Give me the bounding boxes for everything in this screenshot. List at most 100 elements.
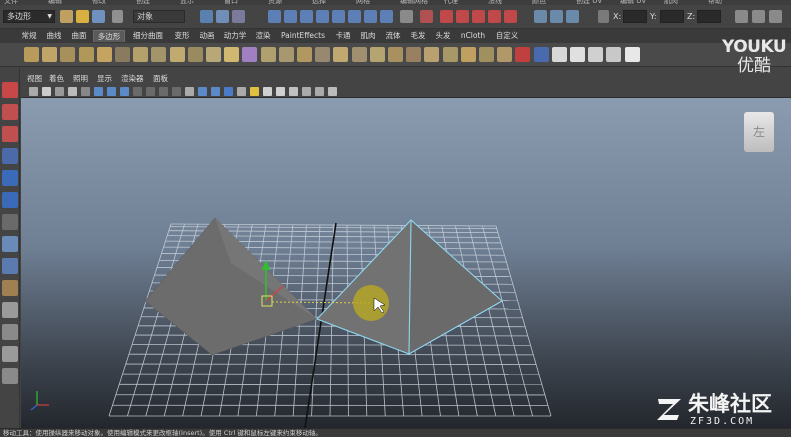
polygon-tool-icon[interactable] bbox=[60, 47, 76, 62]
panel-layout-3-icon[interactable] bbox=[566, 10, 579, 23]
render-view-icon[interactable] bbox=[440, 10, 453, 23]
polygon-tool-icon[interactable] bbox=[297, 47, 312, 62]
polygon-tool-icon[interactable] bbox=[570, 47, 585, 62]
viewport-option-icon[interactable] bbox=[120, 87, 129, 96]
channel-box-icon[interactable] bbox=[769, 10, 782, 23]
polygon-tool-icon[interactable] bbox=[278, 47, 294, 62]
shelf-tab[interactable]: 常规 bbox=[18, 30, 40, 42]
hierarchy-mode-icon[interactable] bbox=[200, 10, 213, 23]
shelf-tab[interactable]: 动力学 bbox=[221, 30, 249, 42]
viewport-option-icon[interactable] bbox=[302, 87, 311, 96]
viewport-option-icon[interactable] bbox=[133, 87, 142, 96]
viewport-option-icon[interactable] bbox=[289, 87, 298, 96]
panel-menu-shading[interactable]: 着色 bbox=[49, 73, 64, 84]
layout-outliner-icon[interactable] bbox=[2, 368, 18, 384]
viewport-option-icon[interactable] bbox=[94, 87, 103, 96]
polygon-tool-icon[interactable] bbox=[224, 47, 240, 62]
polygon-tool-icon[interactable] bbox=[169, 47, 185, 62]
polygon-tool-icon[interactable] bbox=[315, 47, 331, 62]
polygon-tool-icon[interactable] bbox=[460, 47, 476, 62]
output-ops-icon[interactable] bbox=[380, 10, 393, 23]
select-tool-icon[interactable] bbox=[2, 82, 18, 98]
polygon-tool-icon[interactable] bbox=[442, 47, 458, 62]
input-ops-icon[interactable] bbox=[364, 10, 377, 23]
panel-menu-renderer[interactable]: 渲染器 bbox=[121, 73, 144, 84]
selection-mask-icon[interactable] bbox=[112, 10, 123, 23]
viewport-option-icon[interactable] bbox=[250, 87, 259, 96]
x-field[interactable] bbox=[623, 10, 647, 23]
cylinder-tool-icon[interactable] bbox=[2, 214, 18, 230]
polygon-tool-icon[interactable] bbox=[333, 47, 349, 62]
object-mode-icon[interactable] bbox=[216, 10, 229, 23]
history-icon[interactable] bbox=[400, 10, 413, 23]
scale-tool-icon[interactable] bbox=[2, 236, 18, 252]
cone-tool-icon[interactable] bbox=[2, 280, 18, 296]
hypershade-icon[interactable] bbox=[488, 10, 501, 23]
snap-grid-icon[interactable] bbox=[268, 10, 281, 23]
polygon-tool-icon[interactable] bbox=[551, 47, 567, 62]
polygon-tool-icon[interactable] bbox=[78, 47, 94, 62]
polygon-tool-icon[interactable] bbox=[96, 47, 112, 62]
shelf-tab[interactable]: 渲染 bbox=[252, 30, 274, 42]
viewport-option-icon[interactable] bbox=[224, 87, 233, 96]
polygon-tool-icon[interactable] bbox=[388, 47, 403, 62]
polygon-tool-icon[interactable] bbox=[260, 47, 276, 62]
polygon-tool-icon[interactable] bbox=[206, 47, 221, 62]
shelf-tab[interactable]: 流体 bbox=[382, 30, 404, 42]
polygon-tool-icon[interactable] bbox=[369, 47, 385, 62]
menu-set-dropdown[interactable]: 多边形 ▼ bbox=[3, 10, 55, 23]
polygon-tool-icon[interactable] bbox=[151, 47, 167, 62]
z-field[interactable] bbox=[697, 10, 721, 23]
save-scene-icon[interactable] bbox=[92, 10, 105, 23]
viewport-option-icon[interactable] bbox=[328, 87, 337, 96]
viewport-option-icon[interactable] bbox=[68, 87, 77, 96]
viewport-option-icon[interactable] bbox=[107, 87, 116, 96]
shelf-tab[interactable]: 曲面 bbox=[68, 30, 90, 42]
polygon-tool-icon[interactable] bbox=[351, 47, 367, 62]
viewport-option-icon[interactable] bbox=[198, 87, 207, 96]
polygon-tool-icon[interactable] bbox=[624, 47, 640, 62]
render-frame-icon[interactable] bbox=[420, 10, 433, 23]
snap-surface-icon[interactable] bbox=[332, 10, 345, 23]
snap-view-icon[interactable] bbox=[316, 10, 329, 23]
viewport-option-icon[interactable] bbox=[146, 87, 155, 96]
shelf-tab[interactable]: 头发 bbox=[432, 30, 454, 42]
polygon-tool-icon[interactable] bbox=[533, 47, 549, 62]
panel-menu-show[interactable]: 显示 bbox=[97, 73, 112, 84]
viewport-option-icon[interactable] bbox=[55, 87, 64, 96]
layout-four-icon[interactable] bbox=[2, 324, 18, 340]
new-scene-icon[interactable] bbox=[60, 10, 73, 23]
shelf-tab[interactable]: 多边形 bbox=[93, 30, 125, 42]
polygon-tool-icon[interactable] bbox=[242, 47, 258, 62]
snap-curve-icon[interactable] bbox=[284, 10, 297, 23]
tool-settings-icon[interactable] bbox=[752, 10, 765, 23]
viewport-option-icon[interactable] bbox=[159, 87, 168, 96]
polygon-tool-icon[interactable] bbox=[497, 47, 513, 62]
polygon-tool-icon[interactable] bbox=[515, 47, 531, 62]
shelf-tab[interactable]: nCloth bbox=[457, 30, 489, 42]
panel-layout-icon[interactable] bbox=[534, 10, 547, 23]
polygon-tool-icon[interactable] bbox=[606, 47, 622, 62]
selection-mode-field[interactable]: 对象 bbox=[133, 10, 185, 23]
viewport-option-icon[interactable] bbox=[315, 87, 324, 96]
shelf-tab[interactable]: 毛发 bbox=[407, 30, 429, 42]
layout-persp-icon[interactable] bbox=[2, 346, 18, 362]
polygon-tool-icon[interactable] bbox=[133, 47, 149, 62]
viewport-option-icon[interactable] bbox=[185, 87, 194, 96]
panel-layout-2-icon[interactable] bbox=[550, 10, 563, 23]
attribute-editor-icon[interactable] bbox=[735, 10, 748, 23]
render-settings-icon[interactable] bbox=[472, 10, 485, 23]
view-cube[interactable]: 左 bbox=[744, 112, 774, 152]
shelf-tab[interactable]: 变形 bbox=[171, 30, 193, 42]
shelf-tab[interactable]: PaintEffects bbox=[277, 30, 329, 42]
viewport-option-icon[interactable] bbox=[276, 87, 285, 96]
viewport-option-icon[interactable] bbox=[81, 87, 90, 96]
lasso-tool-icon[interactable] bbox=[2, 104, 18, 120]
shelf-tab[interactable]: 细分曲面 bbox=[128, 30, 168, 42]
polygon-tool-icon[interactable] bbox=[24, 47, 39, 62]
polygon-tool-icon[interactable] bbox=[424, 47, 440, 62]
panel-menu-lighting[interactable]: 照明 bbox=[73, 73, 88, 84]
snap-live-icon[interactable] bbox=[348, 10, 361, 23]
viewport-option-icon[interactable] bbox=[172, 87, 181, 96]
shelf-tab[interactable]: 曲线 bbox=[43, 30, 65, 42]
